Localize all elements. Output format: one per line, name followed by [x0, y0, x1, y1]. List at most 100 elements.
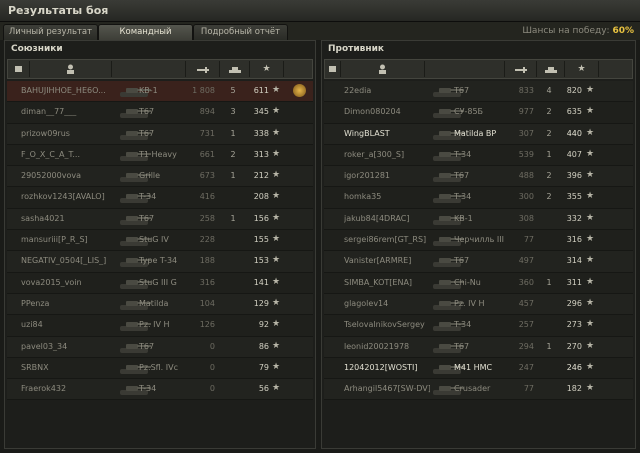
- star-icon: ★: [272, 127, 281, 138]
- sort-xp-button[interactable]: ★: [250, 61, 284, 77]
- damage-value: 977: [518, 107, 534, 117]
- sort-squad-button[interactable]: [325, 61, 341, 77]
- player-name: prizow09rus: [21, 128, 70, 138]
- player-row[interactable]: pavel03_34 T67 0 86 ★: [7, 336, 313, 358]
- sort-player-button[interactable]: [341, 61, 425, 77]
- damage-value: 416: [199, 192, 215, 202]
- vehicle-name: Pz. IV H: [139, 320, 170, 330]
- star-icon: ★: [586, 212, 595, 223]
- player-row[interactable]: 12042012[WOSTI] M41 HMC 247 246 ★: [324, 357, 633, 380]
- tab-personal-result[interactable]: Личный результат: [3, 24, 98, 40]
- player-row[interactable]: F_O_X_C_A_T... T1 Heavy 661 2 313 ★: [7, 144, 313, 167]
- sort-medals-button[interactable]: [284, 61, 314, 77]
- player-row[interactable]: sasha4021 T67 258 1 156 ★: [7, 208, 313, 231]
- player-name: sergei86rem[GT_RS]: [344, 235, 427, 245]
- player-name: SRBNX: [21, 362, 49, 372]
- player-name: sasha4021: [21, 213, 65, 223]
- player-row[interactable]: jakub84[4DRAC] KB-1 308 332 ★: [324, 208, 633, 231]
- player-row[interactable]: Vanister[ARMRE] T67 497 314 ★: [324, 251, 633, 273]
- allies-title: Союзники: [11, 44, 63, 54]
- xp-value: 313: [253, 149, 269, 159]
- player-row[interactable]: 22edia T67 833 4 820 ★: [324, 81, 633, 103]
- xp-value: 270: [566, 341, 582, 351]
- sort-vehicle-button[interactable]: [425, 61, 505, 77]
- vehicle-name: Matilda: [139, 298, 169, 308]
- player-row[interactable]: PPenza Matilda 104 129 ★: [7, 293, 313, 316]
- player-row[interactable]: sergei86rem[GT_RS] Черчилль III 77 316 ★: [324, 230, 633, 252]
- damage-value: 673: [199, 171, 215, 181]
- player-row[interactable]: rozhkov1243[AVALO] T-34 416 208 ★: [7, 187, 313, 209]
- win-chance: Шансы на победу: 60%: [522, 26, 634, 36]
- damage-value: 316: [199, 277, 215, 287]
- damage-value: 294: [518, 341, 534, 351]
- sort-vehicle-button[interactable]: [112, 61, 186, 77]
- player-row[interactable]: igor201281 T67 488 2 396 ★: [324, 166, 633, 188]
- sort-kills-button[interactable]: [537, 61, 565, 77]
- player-name: Vanister[ARMRE]: [344, 256, 412, 266]
- player-row[interactable]: prizow09rus T67 731 1 338 ★: [7, 123, 313, 145]
- xp-value: 611: [253, 86, 269, 95]
- player-name: roker_a[300_S]: [344, 149, 405, 159]
- player-row[interactable]: glagolev14 Pz. IV H 457 296 ★: [324, 293, 633, 316]
- player-row[interactable]: roker_a[300_S] T-34 539 1 407 ★: [324, 144, 633, 167]
- star-icon: ★: [272, 319, 281, 330]
- player-row[interactable]: homka35 T-34 300 2 355 ★: [324, 187, 633, 209]
- star-icon: ★: [586, 127, 595, 138]
- player-name: NEGATIV_0504[_LIS_]: [21, 256, 107, 266]
- player-name: 12042012[WOSTI]: [344, 362, 418, 372]
- kills-value: 3: [230, 107, 236, 117]
- star-icon: ★: [586, 319, 595, 330]
- gun-icon: [514, 66, 527, 73]
- xp-value: 332: [566, 213, 582, 223]
- sort-medals-button[interactable]: [599, 61, 634, 77]
- star-icon: ★: [272, 148, 281, 159]
- star-icon: ★: [272, 191, 281, 202]
- vehicle-name: Черчилль III: [454, 235, 504, 245]
- player-name: igor201281: [344, 171, 391, 181]
- player-row[interactable]: BAHUJIHHOE_HE6O... KB-1 1 808 5 611 ★: [7, 81, 313, 103]
- star-icon: ★: [272, 85, 281, 95]
- player-row[interactable]: mansuriii[P_R_S] StuG IV 228 155 ★: [7, 230, 313, 252]
- player-row[interactable]: Dimon080204 СУ-85Б 977 2 635 ★: [324, 102, 633, 124]
- damage-value: 0: [209, 341, 215, 351]
- vehicle-name: Type T-34: [139, 256, 178, 266]
- player-name: 29052000vova: [21, 171, 81, 181]
- xp-value: 273: [566, 320, 582, 330]
- sort-damage-button[interactable]: [186, 61, 220, 77]
- xp-value: 635: [566, 107, 582, 117]
- player-row[interactable]: 29052000vova Grille 673 1 212 ★: [7, 166, 313, 188]
- xp-value: 86: [258, 341, 269, 351]
- star-icon: ★: [577, 64, 586, 74]
- player-row[interactable]: Arhangil5467[SW-DV] Crusader 77 182 ★: [324, 379, 633, 401]
- player-row[interactable]: NEGATIV_0504[_LIS_] Type T-34 188 153 ★: [7, 251, 313, 273]
- player-row[interactable]: SRBNX Pz.Sfl. IVc 0 79 ★: [7, 357, 313, 380]
- sort-player-button[interactable]: [30, 61, 112, 77]
- vehicle-name: T67: [454, 341, 470, 351]
- xp-value: 141: [253, 277, 269, 287]
- sort-kills-button[interactable]: [220, 61, 250, 77]
- player-row[interactable]: SIMBA_KOT[ENA] Chi-Nu 360 1 311 ★: [324, 272, 633, 294]
- damage-value: 497: [518, 256, 534, 266]
- damage-value: 1 808: [192, 86, 215, 95]
- player-row[interactable]: WingBLAST Matilda BP 307 2 440 ★: [324, 123, 633, 145]
- player-name: uzi84: [21, 320, 43, 330]
- xp-value: 440: [566, 128, 582, 138]
- player-name: leonid20021978: [344, 341, 410, 351]
- sort-squad-button[interactable]: [8, 61, 30, 77]
- player-row[interactable]: leonid20021978 T67 294 1 270 ★: [324, 336, 633, 358]
- vehicle-name: Grille: [139, 171, 161, 181]
- star-icon: ★: [586, 276, 595, 287]
- sort-damage-button[interactable]: [505, 61, 537, 77]
- player-row[interactable]: diman__77___ T67 894 3 345 ★: [7, 102, 313, 124]
- player-row[interactable]: Fraerok432 T-34 0 56 ★: [7, 379, 313, 401]
- tab-team-result[interactable]: Командный результат: [98, 24, 193, 52]
- player-row[interactable]: uzi84 Pz. IV H 126 92 ★: [7, 315, 313, 337]
- sort-xp-button[interactable]: ★: [565, 61, 599, 77]
- vehicle-name: KB-1: [139, 86, 158, 95]
- xp-value: 396: [566, 171, 582, 181]
- player-row[interactable]: TselovalnikovSergey T-34 257 273 ★: [324, 315, 633, 337]
- star-icon: ★: [586, 85, 595, 95]
- damage-value: 257: [518, 320, 534, 330]
- player-row[interactable]: vova2015_voin StuG III G 316 141 ★: [7, 272, 313, 294]
- tab-detailed-report[interactable]: Подробный отчёт: [193, 24, 288, 40]
